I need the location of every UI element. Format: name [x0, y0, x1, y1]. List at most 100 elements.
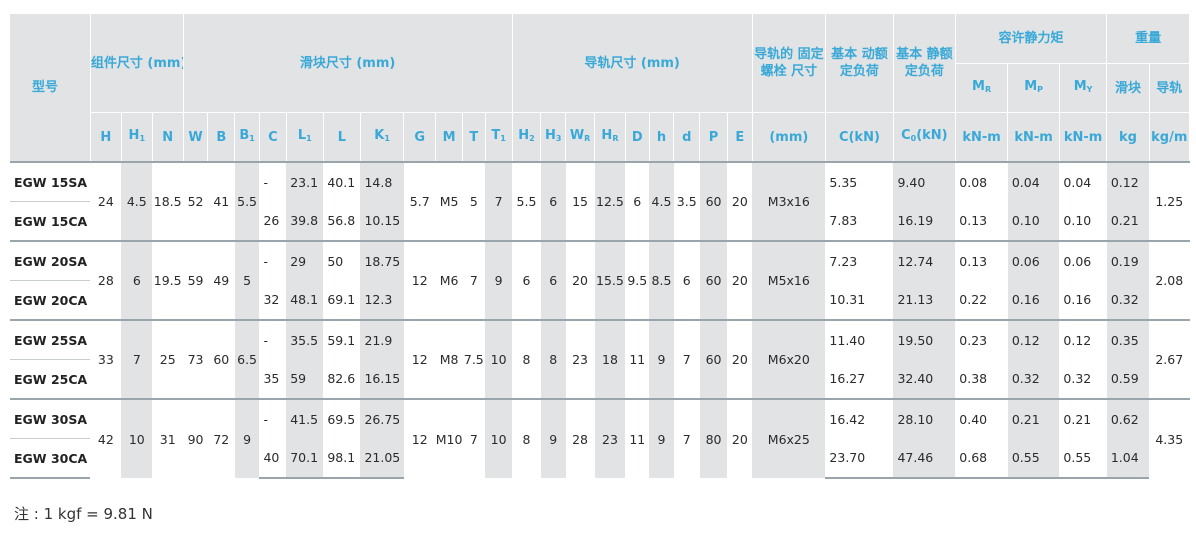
cell-B: 41: [207, 161, 235, 241]
col-rail-header: 导轨尺寸 (mm): [512, 14, 753, 113]
col-dynamic-load-header: 基本 动额 定负荷: [825, 14, 894, 113]
cell-H2: 6: [512, 240, 541, 320]
cell-Cdyn: 16.27: [825, 359, 894, 399]
cell-d: 3.5: [673, 161, 700, 241]
cell-MP: 0.21: [1007, 398, 1060, 439]
cell-T: 7: [462, 398, 486, 478]
col-h: h: [649, 112, 675, 163]
col-H3: H3: [540, 112, 567, 163]
cell-T1: 7: [485, 161, 513, 241]
cell-h: 9: [649, 319, 674, 399]
cell-W: 59: [183, 240, 208, 320]
cell-K1: 26.75: [360, 398, 404, 439]
cell-kg: 0.59: [1106, 359, 1150, 399]
cell-H: 24: [90, 161, 122, 241]
cell-B1: 6.5: [234, 319, 260, 399]
cell-E: 20: [727, 240, 753, 320]
col-D: D: [625, 112, 650, 163]
cell-N: 31: [152, 398, 184, 478]
cell-L: 40.1: [323, 161, 361, 202]
cell-H: 33: [90, 319, 122, 399]
cell-K1: 21.9: [360, 319, 404, 360]
col-rail-bolt-header: 导轨的 固定螺栓 尺寸: [752, 14, 826, 113]
cell-MR: 0.38: [955, 359, 1008, 399]
cell-h: 9: [649, 398, 674, 478]
cell-MP: 0.32: [1007, 359, 1060, 399]
col-MR-unit: kN-m: [955, 112, 1009, 163]
cell-MP: 0.10: [1007, 201, 1060, 241]
cell-C: -: [259, 240, 287, 281]
table-row: EGW 20SA 28 6 19.5 59 49 5-29 50 18.75 12 M6 7 9 6 6 20…: [10, 240, 1190, 320]
cell-N: 19.5: [152, 240, 184, 320]
col-W: W: [183, 112, 209, 163]
col-rail-weight-header: 导轨: [1149, 63, 1191, 113]
col-MP-header: MP: [1007, 63, 1060, 113]
col-L1: L1: [286, 112, 324, 163]
col-B1: B1: [234, 112, 260, 163]
cell-T: 5: [462, 161, 486, 241]
col-MR-header: MR: [955, 63, 1009, 113]
cell-L: 50: [323, 240, 361, 281]
cell-HR: 15.5: [594, 240, 626, 320]
cell-WR: 20: [565, 240, 595, 320]
cell-L: 59.1: [323, 319, 361, 360]
cell-WR: 15: [565, 161, 595, 241]
cell-W: 52: [183, 161, 208, 241]
cell-B1: 5: [234, 240, 260, 320]
cell-MP: 0.12: [1007, 319, 1060, 360]
cell-M: M5: [435, 161, 463, 241]
cell-H: 42: [90, 398, 122, 478]
col-block-weight-unit: kg: [1106, 112, 1150, 163]
cell-K1: 12.3: [360, 280, 404, 320]
col-WR: WR: [565, 112, 595, 163]
cell-P: 60: [699, 319, 728, 399]
cell-WR: 23: [565, 319, 595, 399]
cell-kg: 0.62: [1106, 398, 1150, 439]
cell-MR: 0.40: [955, 398, 1008, 439]
col-MY-header: MY: [1059, 63, 1108, 113]
cell-H3: 8: [540, 319, 566, 399]
cell-MR: 0.68: [955, 438, 1008, 479]
cell-L: 82.6: [323, 359, 361, 399]
col-L: L: [323, 112, 361, 163]
cell-Cdyn: 5.35: [825, 161, 894, 202]
cell-rail-weight: 2.08: [1149, 240, 1190, 320]
cell-MR: 0.08: [955, 161, 1008, 202]
cell-C: 32: [259, 280, 287, 320]
cell-MP: 0.06: [1007, 240, 1060, 281]
cell-N: 18.5: [152, 161, 184, 241]
model-cell: EGW 30CA: [10, 438, 91, 479]
col-P: P: [699, 112, 728, 163]
cell-K1: 16.15: [360, 359, 404, 399]
cell-T1: 10: [485, 398, 513, 478]
col-T1: T1: [485, 112, 513, 163]
cell-H2: 8: [512, 398, 541, 478]
col-static-moment-header: 容许静力矩: [955, 14, 1108, 64]
model-cell: EGW 20CA: [10, 280, 91, 320]
cell-Cdyn: 7.83: [825, 201, 894, 241]
cell-L1: 41.5: [286, 398, 324, 439]
cell-MR: 0.13: [955, 201, 1008, 241]
model-cell: EGW 15CA: [10, 201, 91, 241]
footnote: 注 : 1 kgf = 9.81 N: [14, 505, 153, 523]
cell-H1: 7: [121, 319, 153, 399]
table-row: EGW 25SA 33 7 25 73 60 6.5-35.5 59.1 21.9 12 M8 7.5…: [10, 319, 1190, 399]
cell-L1: 70.1: [286, 438, 324, 479]
cell-D: 6: [625, 161, 650, 241]
cell-P: 60: [699, 240, 728, 320]
cell-B: 49: [207, 240, 235, 320]
cell-M: M6: [435, 240, 463, 320]
cell-W: 90: [183, 398, 208, 478]
cell-MY: 0.12: [1059, 319, 1107, 360]
cell-L: 56.8: [323, 201, 361, 241]
cell-C0: 21.13: [893, 280, 956, 320]
cell-M: M10: [435, 398, 463, 478]
cell-C: 35: [259, 359, 287, 399]
table-body: EGW 15SA 24 4.5 18.5 52 41 5.5-23.1 40.1 14.8 5.7…: [10, 161, 1190, 479]
cell-C0: 32.40: [893, 359, 956, 399]
model-cell: EGW 20SA: [10, 240, 91, 281]
cell-L1: 35.5: [286, 319, 324, 360]
cell-C: 40: [259, 438, 287, 479]
cell-K1: 14.8: [360, 161, 404, 202]
cell-H3: 6: [540, 240, 566, 320]
